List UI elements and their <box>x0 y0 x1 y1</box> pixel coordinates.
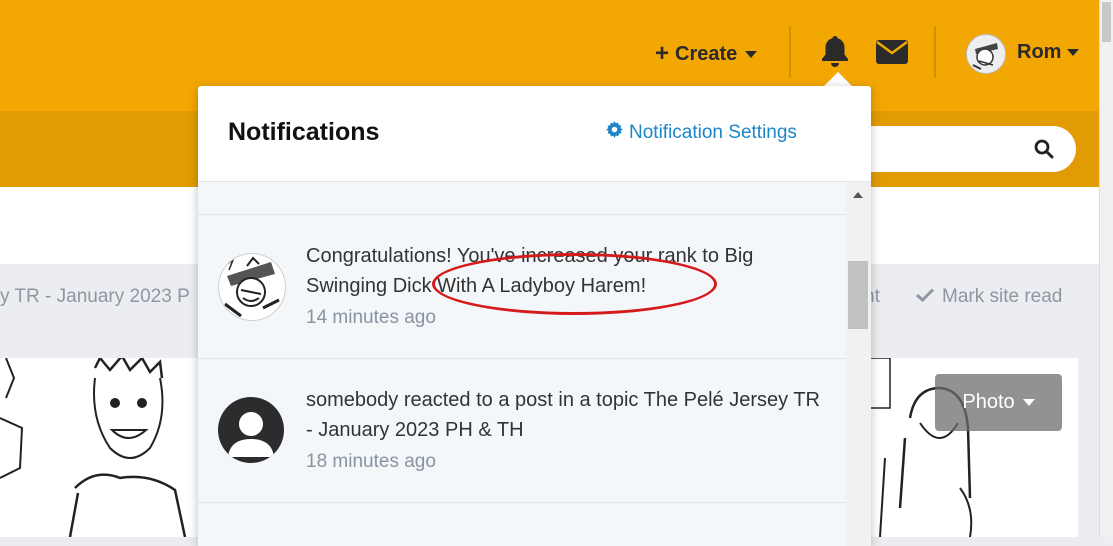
envelope-icon[interactable] <box>876 40 908 69</box>
notification-settings-label: Notification Settings <box>629 121 797 143</box>
notification-text: somebody reacted to a post in a topic Th… <box>306 389 820 441</box>
search-icon[interactable] <box>1034 139 1054 164</box>
list-item[interactable] <box>198 182 846 215</box>
list-item[interactable]: somebody reacted to a post in a topic Th… <box>198 359 846 503</box>
plus-icon: + <box>655 40 670 67</box>
user-name-label: Rom <box>1017 41 1062 63</box>
mark-site-read-link[interactable]: Mark site read <box>915 286 1063 308</box>
avatar[interactable] <box>966 34 1006 74</box>
header-divider <box>934 26 936 78</box>
notifications-scrollbar[interactable] <box>846 182 871 546</box>
bell-icon[interactable] <box>820 34 850 73</box>
notification-time: 18 minutes ago <box>306 451 436 472</box>
scroll-thumb[interactable] <box>848 261 868 329</box>
avatar[interactable] <box>218 253 286 321</box>
avatar[interactable] <box>218 397 284 463</box>
notifications-header: Notifications Notification Settings <box>198 86 871 182</box>
notifications-dropdown: Notifications Notification Settings Cong… <box>198 86 871 546</box>
user-menu-button[interactable]: Rom <box>1017 41 1080 64</box>
chevron-down-icon <box>745 50 758 58</box>
page-scrollbar[interactable] <box>1099 0 1113 537</box>
chevron-down-icon <box>1022 399 1035 406</box>
notifications-list[interactable]: Congratulations! You've increased your r… <box>198 182 846 546</box>
header-divider <box>789 26 791 78</box>
photo-menu-button[interactable]: Photo <box>935 374 1062 431</box>
scroll-up-icon[interactable] <box>853 192 863 198</box>
photo-label: Photo <box>962 391 1015 413</box>
notification-settings-link[interactable]: Notification Settings <box>606 121 797 144</box>
dropdown-pointer <box>823 72 853 87</box>
list-item[interactable] <box>198 503 846 546</box>
notification-time: 14 minutes ago <box>306 307 436 328</box>
breadcrumb[interactable]: y TR - January 2023 P <box>0 286 190 308</box>
mark-site-read-label: Mark site read <box>942 286 1063 307</box>
create-menu-button[interactable]: + Create <box>655 38 758 70</box>
annotation-ellipse <box>432 253 717 315</box>
create-label: Create <box>675 42 738 65</box>
notifications-title: Notifications <box>228 118 380 146</box>
chevron-down-icon <box>1067 49 1080 56</box>
search-input[interactable] <box>840 126 1076 172</box>
gear-icon <box>606 121 623 144</box>
check-icon <box>915 286 935 308</box>
